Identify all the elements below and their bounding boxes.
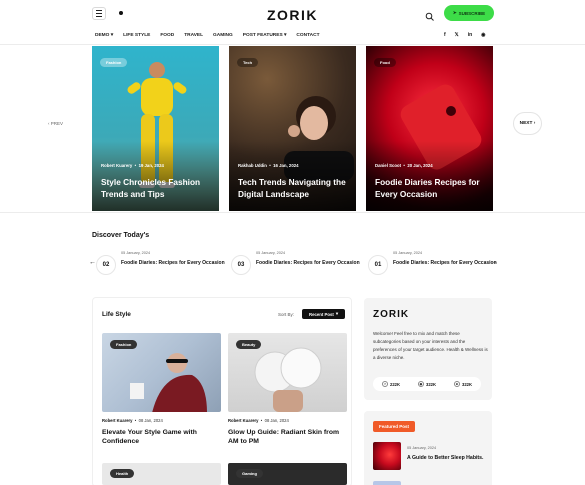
facebook-icon[interactable]: f <box>444 32 446 38</box>
stat-behance[interactable]: B 322K <box>453 381 472 387</box>
subscribe-label: SUBSCRIBE <box>458 10 486 16</box>
linkedin-icon[interactable]: in <box>468 32 472 38</box>
card-meta: Rakhab Uddin • 16 Jan, 2024 <box>238 163 299 168</box>
nav-travel[interactable]: TRAVEL <box>184 33 203 38</box>
hero-card-fashion[interactable]: Fashion Robert Kuarery • 19 Jan, 2024 St… <box>92 46 219 211</box>
main-nav: DEMO ▾ LIFE STYLE FOOD TRAVEL GAMING POS… <box>95 33 330 38</box>
nav-demo[interactable]: DEMO ▾ <box>95 33 113 38</box>
instagram-icon[interactable]: ◉ <box>481 32 485 38</box>
widget-description: Welcome! Feel free to mix and match thes… <box>373 331 488 360</box>
category-tag[interactable]: Beauty <box>236 340 262 349</box>
item-date: 05 January, 2024 <box>121 251 151 255</box>
item-date: 05 January, 2024 <box>256 251 286 255</box>
category-tag[interactable]: Tech <box>237 58 259 67</box>
post-date: 08 Jan, 2024 <box>264 418 289 423</box>
author-name[interactable]: Daniel Scoot <box>375 163 401 168</box>
divider <box>0 44 585 45</box>
post-title[interactable]: Elevate Your Style Game with Confidence <box>102 428 222 446</box>
nav-gaming[interactable]: GAMING <box>213 33 233 38</box>
arrow-right-icon[interactable]: → <box>491 259 498 266</box>
discover-title: Discover Today's <box>92 232 150 239</box>
category-tag[interactable]: Food <box>374 58 396 67</box>
author-name[interactable]: Rakhab Uddin <box>238 163 267 168</box>
category-tag[interactable]: Health <box>110 469 135 478</box>
hero-card-food[interactable]: Food Daniel Scoot • 20 Jan, 2024 Foodie … <box>366 46 493 211</box>
author-name[interactable]: Robert Kuarery <box>101 163 132 168</box>
arrow-left-icon[interactable]: ← <box>89 259 96 266</box>
post-image[interactable]: Health <box>102 463 221 485</box>
card-meta: Robert Kuarery • 19 Jan, 2024 <box>101 163 164 168</box>
item-date: 05 January, 2024 <box>393 251 423 255</box>
nav-post-features[interactable]: POST FEATURES ▾ <box>243 33 287 38</box>
nav-life-style[interactable]: LIFE STYLE <box>123 33 150 38</box>
featured-date: 05 January, 2024 <box>407 446 437 450</box>
search-icon[interactable] <box>425 9 435 21</box>
post-image[interactable]: Gaming <box>228 463 347 485</box>
post-date: 19 Jan, 2024 <box>138 163 164 168</box>
beauty-post-photo <box>254 347 322 412</box>
facebook-icon: f <box>381 381 388 387</box>
x-icon[interactable]: 𝕏 <box>455 32 459 38</box>
item-number: 03 <box>231 255 251 275</box>
post-meta: Robert Kuarery • 08 Jan, 2024 <box>228 418 289 423</box>
nav-contact[interactable]: CONTACT <box>296 33 319 38</box>
card-title[interactable]: Style Chronicles Fashion Trends and Tips <box>101 176 216 200</box>
category-tag[interactable]: Fashion <box>100 58 128 67</box>
post-title[interactable]: Glow Up Guide: Radiant Skin from AM to P… <box>228 428 348 446</box>
section-title: Life Style <box>102 311 131 318</box>
item-title[interactable]: Foodie Diaries: Recipes for Every Occasi… <box>393 259 505 267</box>
featured-thumbnail[interactable] <box>373 442 401 470</box>
stat-facebook[interactable]: f 222K <box>381 381 400 387</box>
post-image[interactable]: Beauty <box>228 333 347 412</box>
prev-button[interactable]: ‹ PREV <box>48 121 63 126</box>
author-name[interactable]: Robert Kuarery <box>102 418 132 423</box>
behance-icon: B <box>453 381 460 387</box>
post-date: 20 Jan, 2024 <box>407 163 433 168</box>
hero-card-tech[interactable]: Tech Rakhab Uddin • 16 Jan, 2024 Tech Tr… <box>229 46 356 211</box>
post-date: 16 Jan, 2024 <box>273 163 299 168</box>
post-meta: Robert Kuarery • 08 Jan, 2024 <box>102 418 163 423</box>
stat-instagram[interactable]: ◉ 322K <box>417 381 436 387</box>
site-logo[interactable]: ZORIK <box>0 7 585 23</box>
sort-value: Recent Post <box>308 311 334 317</box>
card-title[interactable]: Foodie Diaries Recipes for Every Occasio… <box>375 176 490 200</box>
item-title[interactable]: Foodie Diaries: Recipes for Every Occasi… <box>121 259 233 267</box>
category-tag[interactable]: Fashion <box>110 340 138 349</box>
sort-label: Sort By: <box>278 312 295 317</box>
divider <box>0 212 585 213</box>
card-meta: Daniel Scoot • 20 Jan, 2024 <box>375 163 433 168</box>
discover-item[interactable]: 03 05 January, 2024 Foodie Diaries: Reci… <box>231 251 371 279</box>
social-stats: f 222K ◉ 322K B 322K <box>373 377 481 391</box>
sort-select[interactable]: Recent Post ▾ <box>302 309 345 319</box>
category-tag[interactable]: Gaming <box>236 469 263 478</box>
discover-item[interactable]: 01 05 January, 2024 Foodie Diaries: Reci… <box>368 251 508 279</box>
card-title[interactable]: Tech Trends Navigating the Digital Lands… <box>238 176 353 200</box>
post-date: 08 Jan, 2024 <box>138 418 163 423</box>
item-number: 01 <box>368 255 388 275</box>
item-number: 02 <box>96 255 116 275</box>
chevron-down-icon: ▾ <box>335 311 338 316</box>
featured-thumbnail[interactable] <box>373 481 401 485</box>
discover-item[interactable]: 02 05 January, 2024 Foodie Diaries: Reci… <box>96 251 236 279</box>
social-links: f 𝕏 in ◉ <box>444 32 486 38</box>
send-icon: ➤ <box>452 10 457 15</box>
featured-title[interactable]: A Guide to Better Sleep Habits. <box>407 454 487 462</box>
subscribe-button[interactable]: ➤ SUBSCRIBE <box>444 5 494 21</box>
nav-food[interactable]: FOOD <box>160 33 174 38</box>
post-image[interactable]: Fashion <box>102 333 221 412</box>
item-title[interactable]: Foodie Diaries: Recipes for Every Occasi… <box>256 259 368 267</box>
next-button[interactable]: NEXT › <box>513 112 542 135</box>
fashion-post-photo <box>130 353 207 412</box>
author-name[interactable]: Robert Kuarery <box>228 418 258 423</box>
instagram-icon: ◉ <box>417 381 424 387</box>
widget-logo: ZORIK <box>373 309 410 320</box>
featured-badge: Featured Post <box>373 421 416 432</box>
